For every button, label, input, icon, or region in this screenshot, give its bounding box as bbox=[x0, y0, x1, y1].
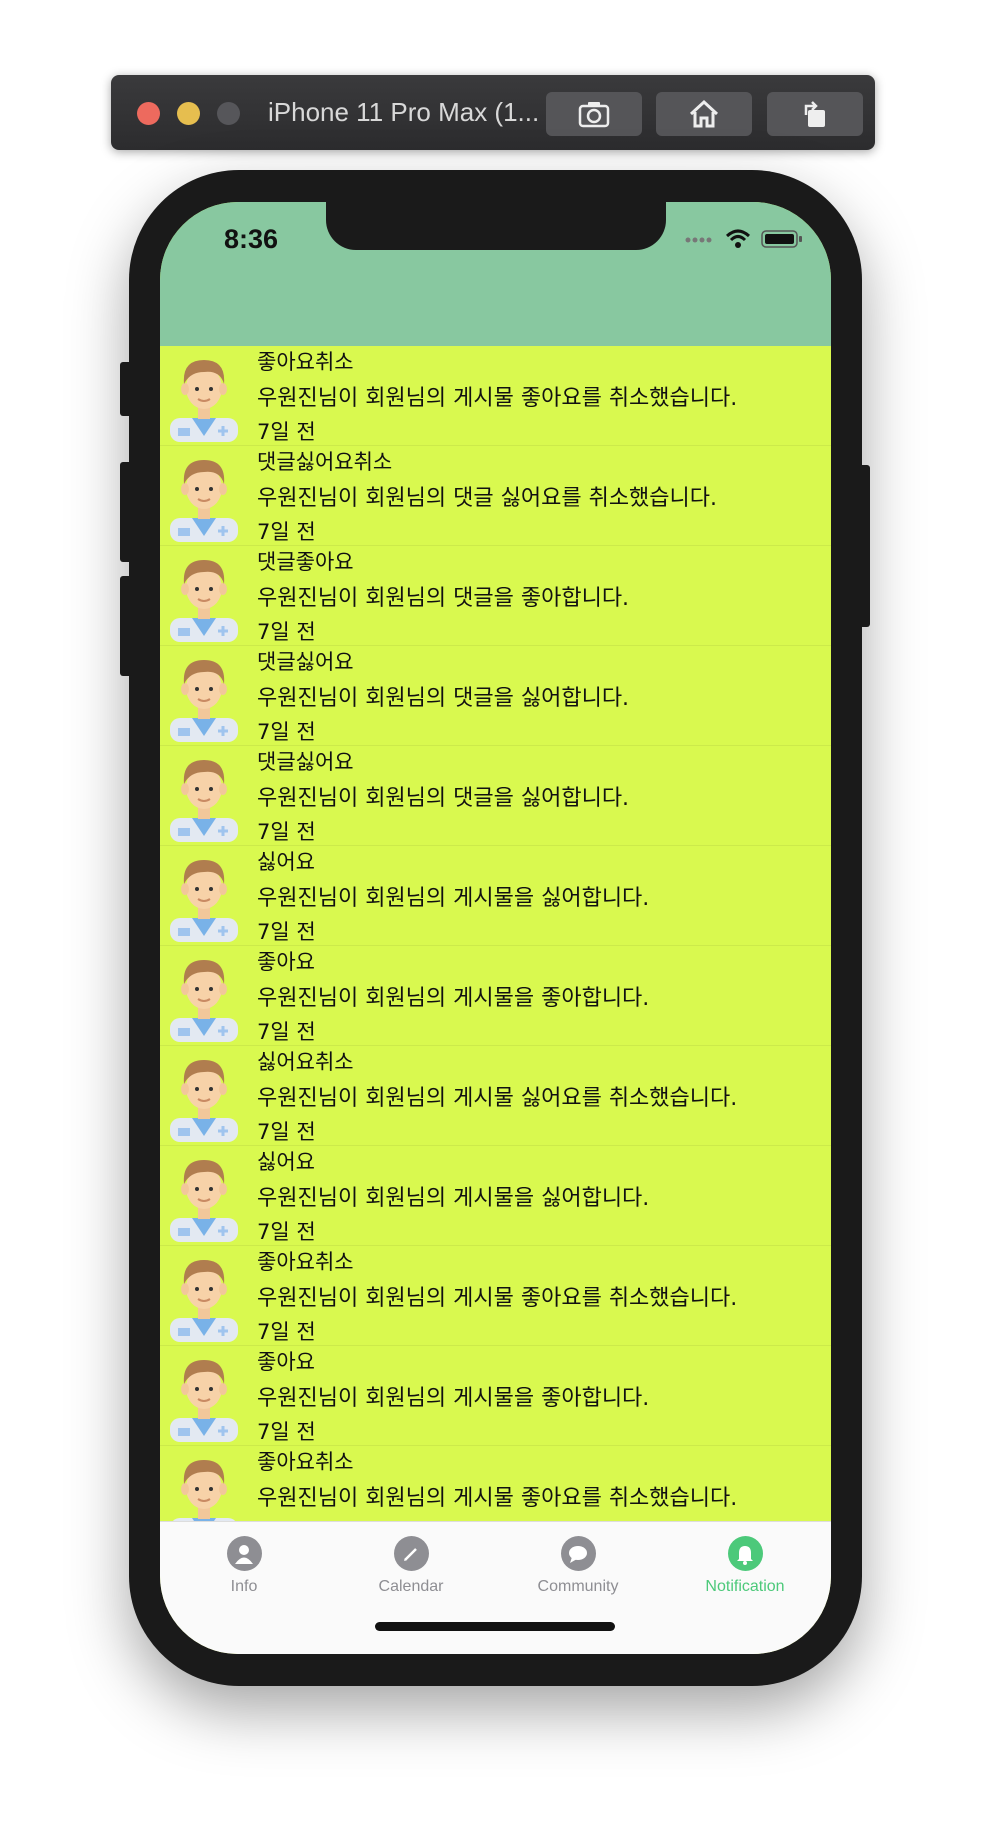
notification-type: 좋아요 bbox=[257, 950, 315, 974]
notification-type: 좋아요취소 bbox=[257, 1450, 354, 1474]
bottom-tab-bar: Info Calendar Community Notification bbox=[160, 1521, 831, 1654]
notification-item[interactable]: 싫어요 우원진님이 회원님의 게시물을 싫어합니다. 7일 전 bbox=[160, 846, 831, 946]
tab-notification[interactable]: Notification bbox=[661, 1536, 829, 1596]
notification-type: 좋아요 bbox=[257, 1350, 315, 1374]
notification-message: 우원진님이 회원님의 댓글 싫어요를 취소했습니다. bbox=[257, 486, 718, 511]
notification-time: 7일 전 bbox=[257, 720, 316, 744]
notification-type: 싫어요 bbox=[257, 850, 315, 874]
notification-item[interactable]: 댓글좋아요 우원진님이 회원님의 댓글을 좋아합니다. 7일 전 bbox=[160, 546, 831, 646]
notification-type: 좋아요취소 bbox=[257, 350, 354, 374]
tab-label: Info bbox=[230, 1578, 258, 1595]
screenshot-button[interactable] bbox=[546, 92, 642, 136]
power-button bbox=[858, 465, 870, 627]
tab-label: Notification bbox=[705, 1578, 785, 1595]
notification-time: 7일 전 bbox=[257, 620, 316, 644]
notch bbox=[326, 202, 666, 250]
close-window-button[interactable] bbox=[137, 102, 160, 125]
notification-time: 7일 전 bbox=[257, 520, 316, 544]
notification-message: 우원진님이 회원님의 댓글을 싫어합니다. bbox=[257, 686, 630, 711]
zoom-window-button[interactable] bbox=[217, 102, 240, 125]
doctor-avatar bbox=[170, 1360, 238, 1442]
notification-time: 7일 전 bbox=[257, 920, 316, 944]
doctor-avatar bbox=[170, 1060, 238, 1142]
notification-message: 우원진님이 회원님의 게시물을 싫어합니다. bbox=[257, 886, 650, 911]
notification-item[interactable]: 싫어요취소 우원진님이 회원님의 게시물 싫어요를 취소했습니다. 7일 전 bbox=[160, 1046, 831, 1146]
notification-type: 댓글좋아요 bbox=[257, 550, 354, 574]
notification-time: 7일 전 bbox=[257, 820, 316, 844]
notification-message: 우원진님이 회원님의 게시물을 싫어합니다. bbox=[257, 1186, 650, 1211]
pencil-icon bbox=[393, 1536, 429, 1571]
notification-time: 7일 전 bbox=[257, 1020, 316, 1044]
notification-time: 7일 전 bbox=[257, 1320, 316, 1344]
home-button[interactable] bbox=[656, 92, 752, 136]
chat-bubble-icon bbox=[560, 1536, 596, 1571]
phone-screen: 8:36 좋아요취소 우원진님이 회원님의 게시물 좋아요를 취소했습니다. 7… bbox=[160, 202, 831, 1654]
notification-item[interactable]: 좋아요 우원진님이 회원님의 게시물을 좋아합니다. 7일 전 bbox=[160, 1346, 831, 1446]
mute-switch bbox=[120, 362, 132, 416]
volume-up-button bbox=[120, 462, 132, 562]
tab-calendar[interactable]: Calendar bbox=[327, 1536, 495, 1596]
notification-time: 7일 전 bbox=[257, 420, 316, 444]
status-icons bbox=[685, 228, 803, 250]
doctor-avatar bbox=[170, 1260, 238, 1342]
bell-icon bbox=[727, 1536, 763, 1571]
simulator-title: iPhone 11 Pro Max (1... bbox=[268, 97, 540, 127]
doctor-avatar bbox=[170, 360, 238, 442]
notification-time: 7일 전 bbox=[257, 1220, 316, 1244]
notification-time: 7일 전 bbox=[257, 1420, 316, 1444]
doctor-avatar bbox=[170, 460, 238, 542]
notification-message: 우원진님이 회원님의 게시물을 좋아합니다. bbox=[257, 1386, 650, 1411]
notification-item[interactable]: 좋아요취소 우원진님이 회원님의 게시물 좋아요를 취소했습니다. bbox=[160, 1446, 831, 1521]
wifi-icon bbox=[725, 229, 751, 248]
simulator-titlebar: iPhone 11 Pro Max (1... bbox=[111, 75, 875, 150]
tab-label: Community bbox=[537, 1578, 619, 1595]
notification-type: 좋아요취소 bbox=[257, 1250, 354, 1274]
notification-item[interactable]: 댓글싫어요 우원진님이 회원님의 댓글을 싫어합니다. 7일 전 bbox=[160, 646, 831, 746]
status-time: 8:36 bbox=[224, 224, 279, 254]
notification-message: 우원진님이 회원님의 게시물을 좋아합니다. bbox=[257, 986, 650, 1011]
doctor-avatar bbox=[170, 760, 238, 842]
notification-item[interactable]: 댓글싫어요취소 우원진님이 회원님의 댓글 싫어요를 취소했습니다. 7일 전 bbox=[160, 446, 831, 546]
notification-list[interactable]: 좋아요취소 우원진님이 회원님의 게시물 좋아요를 취소했습니다. 7일 전 댓… bbox=[160, 346, 831, 1521]
notification-type: 싫어요 bbox=[257, 1150, 315, 1174]
volume-down-button bbox=[120, 576, 132, 676]
notification-message: 우원진님이 회원님의 게시물 좋아요를 취소했습니다. bbox=[257, 1486, 738, 1511]
notification-message: 우원진님이 회원님의 게시물 좋아요를 취소했습니다. bbox=[257, 386, 738, 411]
notification-message: 우원진님이 회원님의 댓글을 좋아합니다. bbox=[257, 586, 630, 611]
notification-type: 댓글싫어요 bbox=[257, 750, 354, 774]
notification-item[interactable]: 댓글싫어요 우원진님이 회원님의 댓글을 싫어합니다. 7일 전 bbox=[160, 746, 831, 846]
home-indicator[interactable] bbox=[375, 1622, 615, 1631]
notification-message: 우원진님이 회원님의 게시물 좋아요를 취소했습니다. bbox=[257, 1286, 738, 1311]
notification-type: 싫어요취소 bbox=[257, 1050, 354, 1074]
doctor-avatar bbox=[170, 1160, 238, 1242]
tab-community[interactable]: Community bbox=[494, 1536, 662, 1596]
doctor-avatar bbox=[170, 860, 238, 942]
notification-item[interactable]: 좋아요취소 우원진님이 회원님의 게시물 좋아요를 취소했습니다. 7일 전 bbox=[160, 346, 831, 446]
notification-message: 우원진님이 회원님의 게시물 싫어요를 취소했습니다. bbox=[257, 1086, 738, 1111]
screenshot-icon bbox=[578, 102, 610, 128]
notification-type: 댓글싫어요취소 bbox=[257, 450, 393, 474]
doctor-avatar bbox=[170, 660, 238, 742]
person-icon bbox=[226, 1536, 262, 1571]
notification-item[interactable]: 좋아요취소 우원진님이 회원님의 게시물 좋아요를 취소했습니다. 7일 전 bbox=[160, 1246, 831, 1346]
doctor-avatar bbox=[172, 1460, 236, 1521]
doctor-avatar bbox=[170, 560, 238, 642]
rotate-button[interactable] bbox=[767, 92, 863, 136]
minimize-window-button[interactable] bbox=[177, 102, 200, 125]
tab-label: Calendar bbox=[378, 1578, 444, 1595]
signal-icon bbox=[685, 237, 712, 243]
notification-item[interactable]: 싫어요 우원진님이 회원님의 게시물을 싫어합니다. 7일 전 bbox=[160, 1146, 831, 1246]
rotate-icon bbox=[804, 101, 825, 127]
battery-icon bbox=[761, 230, 802, 248]
notification-message: 우원진님이 회원님의 댓글을 싫어합니다. bbox=[257, 786, 630, 811]
notification-item[interactable]: 좋아요 우원진님이 회원님의 게시물을 좋아합니다. 7일 전 bbox=[160, 946, 831, 1046]
doctor-avatar bbox=[170, 960, 238, 1042]
tab-info[interactable]: Info bbox=[160, 1536, 328, 1596]
home-icon bbox=[689, 99, 719, 128]
notification-type: 댓글싫어요 bbox=[257, 650, 354, 674]
notification-time: 7일 전 bbox=[257, 1120, 316, 1144]
